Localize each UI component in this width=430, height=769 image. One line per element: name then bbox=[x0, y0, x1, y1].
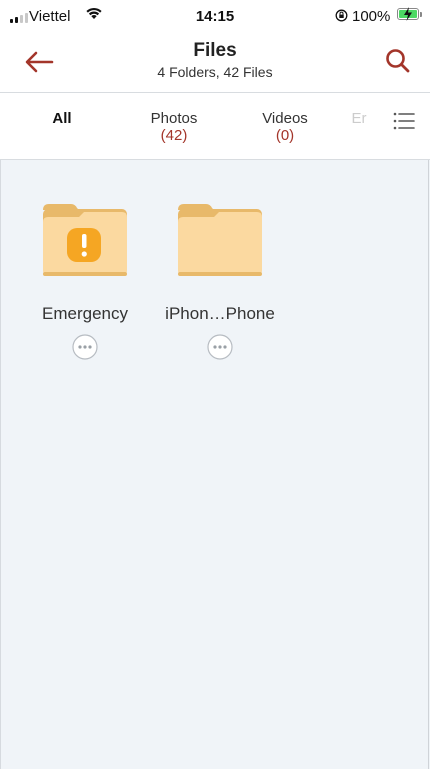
list-view-button[interactable] bbox=[392, 109, 416, 133]
more-options-icon[interactable] bbox=[72, 334, 98, 360]
search-button[interactable] bbox=[381, 44, 415, 78]
tabs-divider bbox=[0, 159, 430, 160]
tab-truncated-label: Er bbox=[351, 110, 367, 127]
page-subtitle: 4 Folders, 42 Files bbox=[157, 64, 273, 80]
tab-all[interactable]: All bbox=[42, 110, 82, 127]
content-left-edge bbox=[0, 160, 1, 769]
tab-videos-label: Videos bbox=[262, 110, 308, 127]
battery-percent: 100% bbox=[352, 8, 391, 25]
tab-photos-label: Photos bbox=[150, 110, 198, 127]
folder-name: iPhon…Phone bbox=[165, 304, 275, 323]
header: Files 4 Folders, 42 Files bbox=[0, 34, 430, 92]
tab-all-label: All bbox=[52, 110, 72, 127]
tab-videos[interactable]: Videos (0) bbox=[250, 110, 320, 144]
folder-item-iphone[interactable]: iPhon…Phone bbox=[155, 200, 285, 360]
status-bar: Viettel 14:15 100% bbox=[0, 0, 430, 34]
tab-videos-count: (0) bbox=[275, 127, 295, 144]
battery-icon bbox=[397, 7, 419, 21]
tab-photos-count: (42) bbox=[160, 127, 188, 144]
list-icon bbox=[393, 112, 415, 130]
tab-truncated[interactable]: Er bbox=[350, 110, 368, 127]
folder-name: Emergency bbox=[42, 304, 128, 323]
folder-warning-icon bbox=[43, 204, 127, 276]
search-icon bbox=[386, 49, 410, 73]
tab-bar: All Photos (42) Videos (0) Er bbox=[0, 93, 430, 159]
folder-icon bbox=[178, 204, 262, 276]
battery-cap bbox=[420, 12, 422, 17]
orientation-lock-icon bbox=[335, 9, 348, 22]
folder-item-emergency[interactable]: Emergency bbox=[20, 200, 150, 360]
page-title: Files bbox=[193, 40, 237, 61]
more-options-icon[interactable] bbox=[207, 334, 233, 360]
tab-photos[interactable]: Photos (42) bbox=[138, 110, 210, 144]
